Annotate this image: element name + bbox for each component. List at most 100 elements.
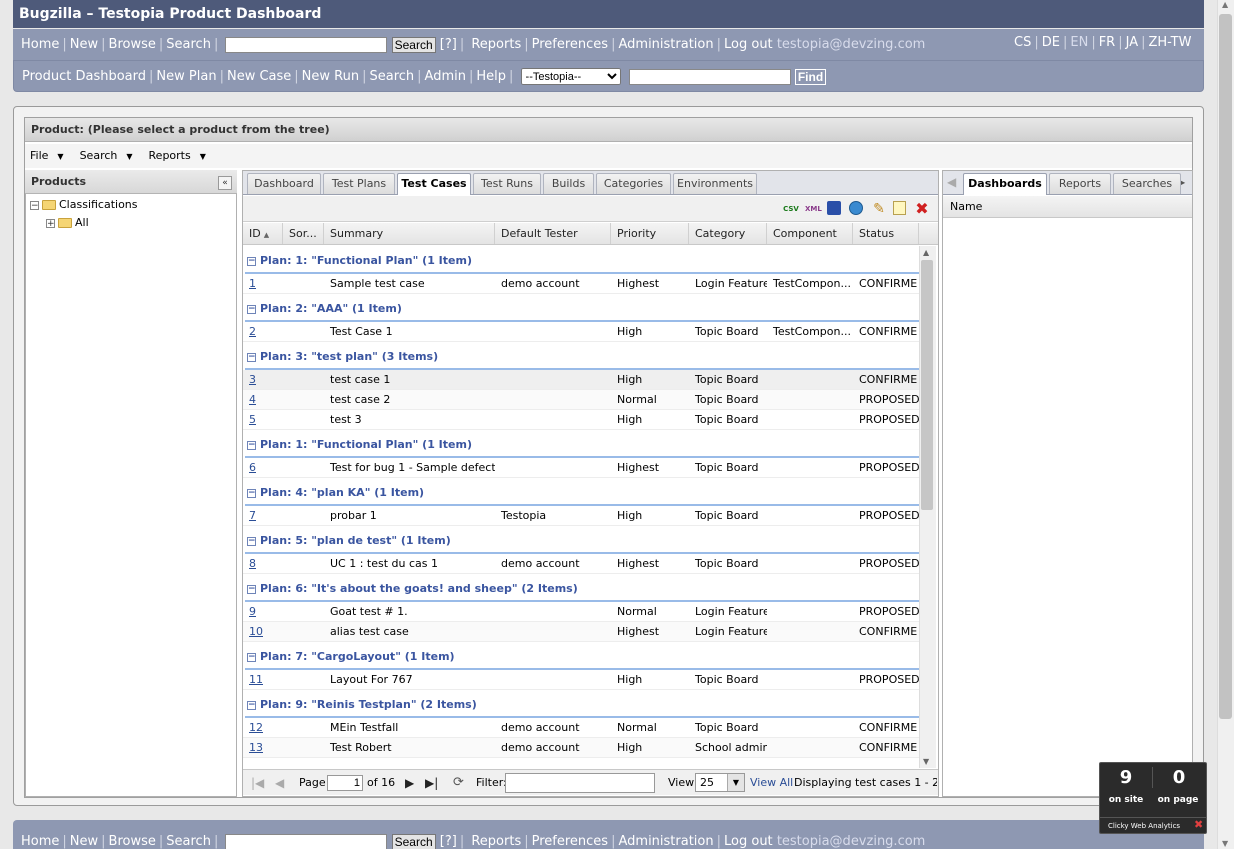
- tab-reports[interactable]: Reports: [1049, 173, 1111, 194]
- nav-link-product-dashboard[interactable]: Product Dashboard: [22, 69, 146, 84]
- footer-help-link[interactable]: [?]: [440, 834, 457, 849]
- nav-link-new-run[interactable]: New Run: [302, 69, 359, 84]
- table-row[interactable]: 9 Goat test # 1. Normal Login Feature PROPOS…: [243, 602, 919, 622]
- nav-link-administration[interactable]: Administration: [618, 834, 713, 849]
- nav-link-reports[interactable]: Reports: [471, 834, 521, 849]
- tab-environments[interactable]: Environments: [673, 173, 757, 194]
- case-id-link[interactable]: 5: [249, 413, 256, 426]
- table-row[interactable]: 7 probar 1 Testopia High Topic Board PROPOSED: [243, 506, 919, 526]
- csv-export-icon[interactable]: CSV: [783, 201, 799, 217]
- scroll-left-icon[interactable]: ◀: [947, 175, 956, 189]
- footer-search-button[interactable]: Search: [391, 833, 436, 849]
- expand-node-icon[interactable]: +: [46, 218, 55, 228]
- scroll-down-icon[interactable]: ▼: [1222, 839, 1228, 848]
- nav-link-search[interactable]: Search: [369, 69, 414, 84]
- table-row[interactable]: 12 MEin Testfall demo account Normal Topic B…: [243, 718, 919, 738]
- lang-cs[interactable]: CS: [1014, 35, 1031, 50]
- group-header[interactable]: − Plan: 2: "AAA" (1 Item): [243, 296, 919, 320]
- case-id-link[interactable]: 10: [249, 625, 263, 638]
- dashboards-column-name[interactable]: Name: [943, 196, 1192, 218]
- nav-link-new[interactable]: New: [70, 834, 98, 849]
- tab-dashboard[interactable]: Dashboard: [247, 173, 321, 194]
- case-id-link[interactable]: 1: [249, 277, 256, 290]
- column-header-component[interactable]: Component: [767, 223, 853, 244]
- nav-link-new-plan[interactable]: New Plan: [156, 69, 216, 84]
- nav-link-new[interactable]: New: [70, 37, 98, 52]
- case-id-link[interactable]: 6: [249, 461, 256, 474]
- lang-fr[interactable]: FR: [1099, 35, 1116, 50]
- next-page-icon[interactable]: ▶: [405, 770, 414, 796]
- group-header[interactable]: − Plan: 4: "plan KA" (1 Item): [243, 480, 919, 504]
- globe-icon[interactable]: [849, 201, 863, 215]
- column-header-default-tester[interactable]: Default Tester: [495, 223, 611, 244]
- prev-page-icon[interactable]: ◀: [275, 770, 284, 796]
- scroll-up-icon[interactable]: ▲: [1222, 0, 1228, 9]
- table-row[interactable]: 3 test case 1 High Topic Board CONFIRME: [243, 370, 919, 390]
- collapse-node-icon[interactable]: −: [30, 200, 39, 210]
- group-header[interactable]: − Plan: 9: "Reinis Testplan" (2 Items): [243, 692, 919, 716]
- product-select[interactable]: --Testopia--: [520, 68, 621, 85]
- case-id-link[interactable]: 8: [249, 557, 256, 570]
- nav-link-new-case[interactable]: New Case: [227, 69, 291, 84]
- clicky-widget[interactable]: 9 0 on site on page Clicky Web Analytics…: [1099, 762, 1207, 834]
- tab-test-cases[interactable]: Test Cases: [397, 173, 471, 195]
- first-page-icon[interactable]: |◀: [251, 770, 264, 796]
- nav-link-browse[interactable]: Browse: [109, 834, 156, 849]
- group-header[interactable]: − Plan: 6: "It's about the goats! and she…: [243, 576, 919, 600]
- table-row[interactable]: 11 Layout For 767 High Topic Board PROPOSED: [243, 670, 919, 690]
- table-row[interactable]: 10 alias test case Highest Login Feature CON…: [243, 622, 919, 642]
- xml-export-icon[interactable]: XML: [805, 201, 822, 217]
- nav-link-search[interactable]: Search: [166, 834, 211, 849]
- refresh-icon[interactable]: ⟳: [453, 770, 464, 796]
- table-row[interactable]: 5 test 3 High Topic Board PROPOSED: [243, 410, 919, 430]
- delete-icon[interactable]: ✖: [914, 201, 930, 217]
- group-header[interactable]: − Plan: 1: "Functional Plan" (1 Item): [243, 432, 919, 456]
- grid-scroll-thumb[interactable]: [921, 260, 933, 510]
- table-row[interactable]: 6 Test for bug 1 - Sample defect Highest To…: [243, 458, 919, 478]
- lang-ja[interactable]: JA: [1126, 35, 1139, 50]
- nav-link-preferences[interactable]: Preferences: [532, 834, 608, 849]
- collapse-group-icon[interactable]: −: [247, 256, 256, 266]
- collapse-group-icon[interactable]: −: [247, 304, 256, 314]
- collapse-group-icon[interactable]: −: [247, 700, 256, 710]
- nav-link-preferences[interactable]: Preferences: [532, 37, 608, 52]
- column-header-status[interactable]: Status: [853, 223, 919, 244]
- find-button[interactable]: Find: [794, 68, 827, 85]
- table-row[interactable]: 4 test case 2 Normal Topic Board PROPOSED: [243, 390, 919, 410]
- column-header-category[interactable]: Category: [689, 223, 767, 244]
- column-header-id[interactable]: ID ▲: [243, 223, 283, 244]
- find-input[interactable]: [628, 68, 791, 85]
- lang-zh-tw[interactable]: ZH-TW: [1149, 35, 1192, 50]
- column-header-priority[interactable]: Priority: [611, 223, 689, 244]
- chevron-down-icon[interactable]: ▼: [727, 774, 744, 791]
- lang-en[interactable]: EN: [1070, 35, 1088, 50]
- collapse-group-icon[interactable]: −: [247, 536, 256, 546]
- case-id-link[interactable]: 4: [249, 393, 256, 406]
- collapse-group-icon[interactable]: −: [247, 440, 256, 450]
- group-header[interactable]: − Plan: 5: "plan de test" (1 Item): [243, 528, 919, 552]
- collapse-group-icon[interactable]: −: [247, 352, 256, 362]
- nav-link-home[interactable]: Home: [21, 37, 59, 52]
- close-icon[interactable]: ✖: [1194, 818, 1203, 831]
- group-header[interactable]: − Plan: 7: "CargoLayout" (1 Item): [243, 644, 919, 668]
- case-id-link[interactable]: 13: [249, 741, 263, 754]
- nav-link-admin[interactable]: Admin: [425, 69, 466, 84]
- nav-link-browse[interactable]: Browse: [109, 37, 156, 52]
- quick-search-help-link[interactable]: [?]: [440, 37, 457, 52]
- nav-link-home[interactable]: Home: [21, 834, 59, 849]
- case-id-link[interactable]: 12: [249, 721, 263, 734]
- group-header[interactable]: − Plan: 1: "Functional Plan" (1 Item): [243, 248, 919, 272]
- lang-de[interactable]: DE: [1042, 35, 1060, 50]
- save-icon[interactable]: [827, 201, 841, 215]
- page-number-input[interactable]: [327, 775, 363, 791]
- nav-link-search[interactable]: Search: [166, 37, 211, 52]
- scroll-down-icon[interactable]: ▼: [923, 757, 929, 766]
- group-header[interactable]: − Plan: 3: "test plan" (3 Items): [243, 344, 919, 368]
- page-scroll-thumb[interactable]: [1219, 14, 1232, 719]
- last-page-icon[interactable]: ▶|: [425, 770, 438, 796]
- new-case-icon[interactable]: [893, 201, 906, 215]
- table-row[interactable]: 13 Test Robert demo account High School admi…: [243, 738, 919, 758]
- tab-categories[interactable]: Categories: [596, 173, 671, 194]
- nav-link-administration[interactable]: Administration: [618, 37, 713, 52]
- footer-search-input[interactable]: [225, 833, 388, 849]
